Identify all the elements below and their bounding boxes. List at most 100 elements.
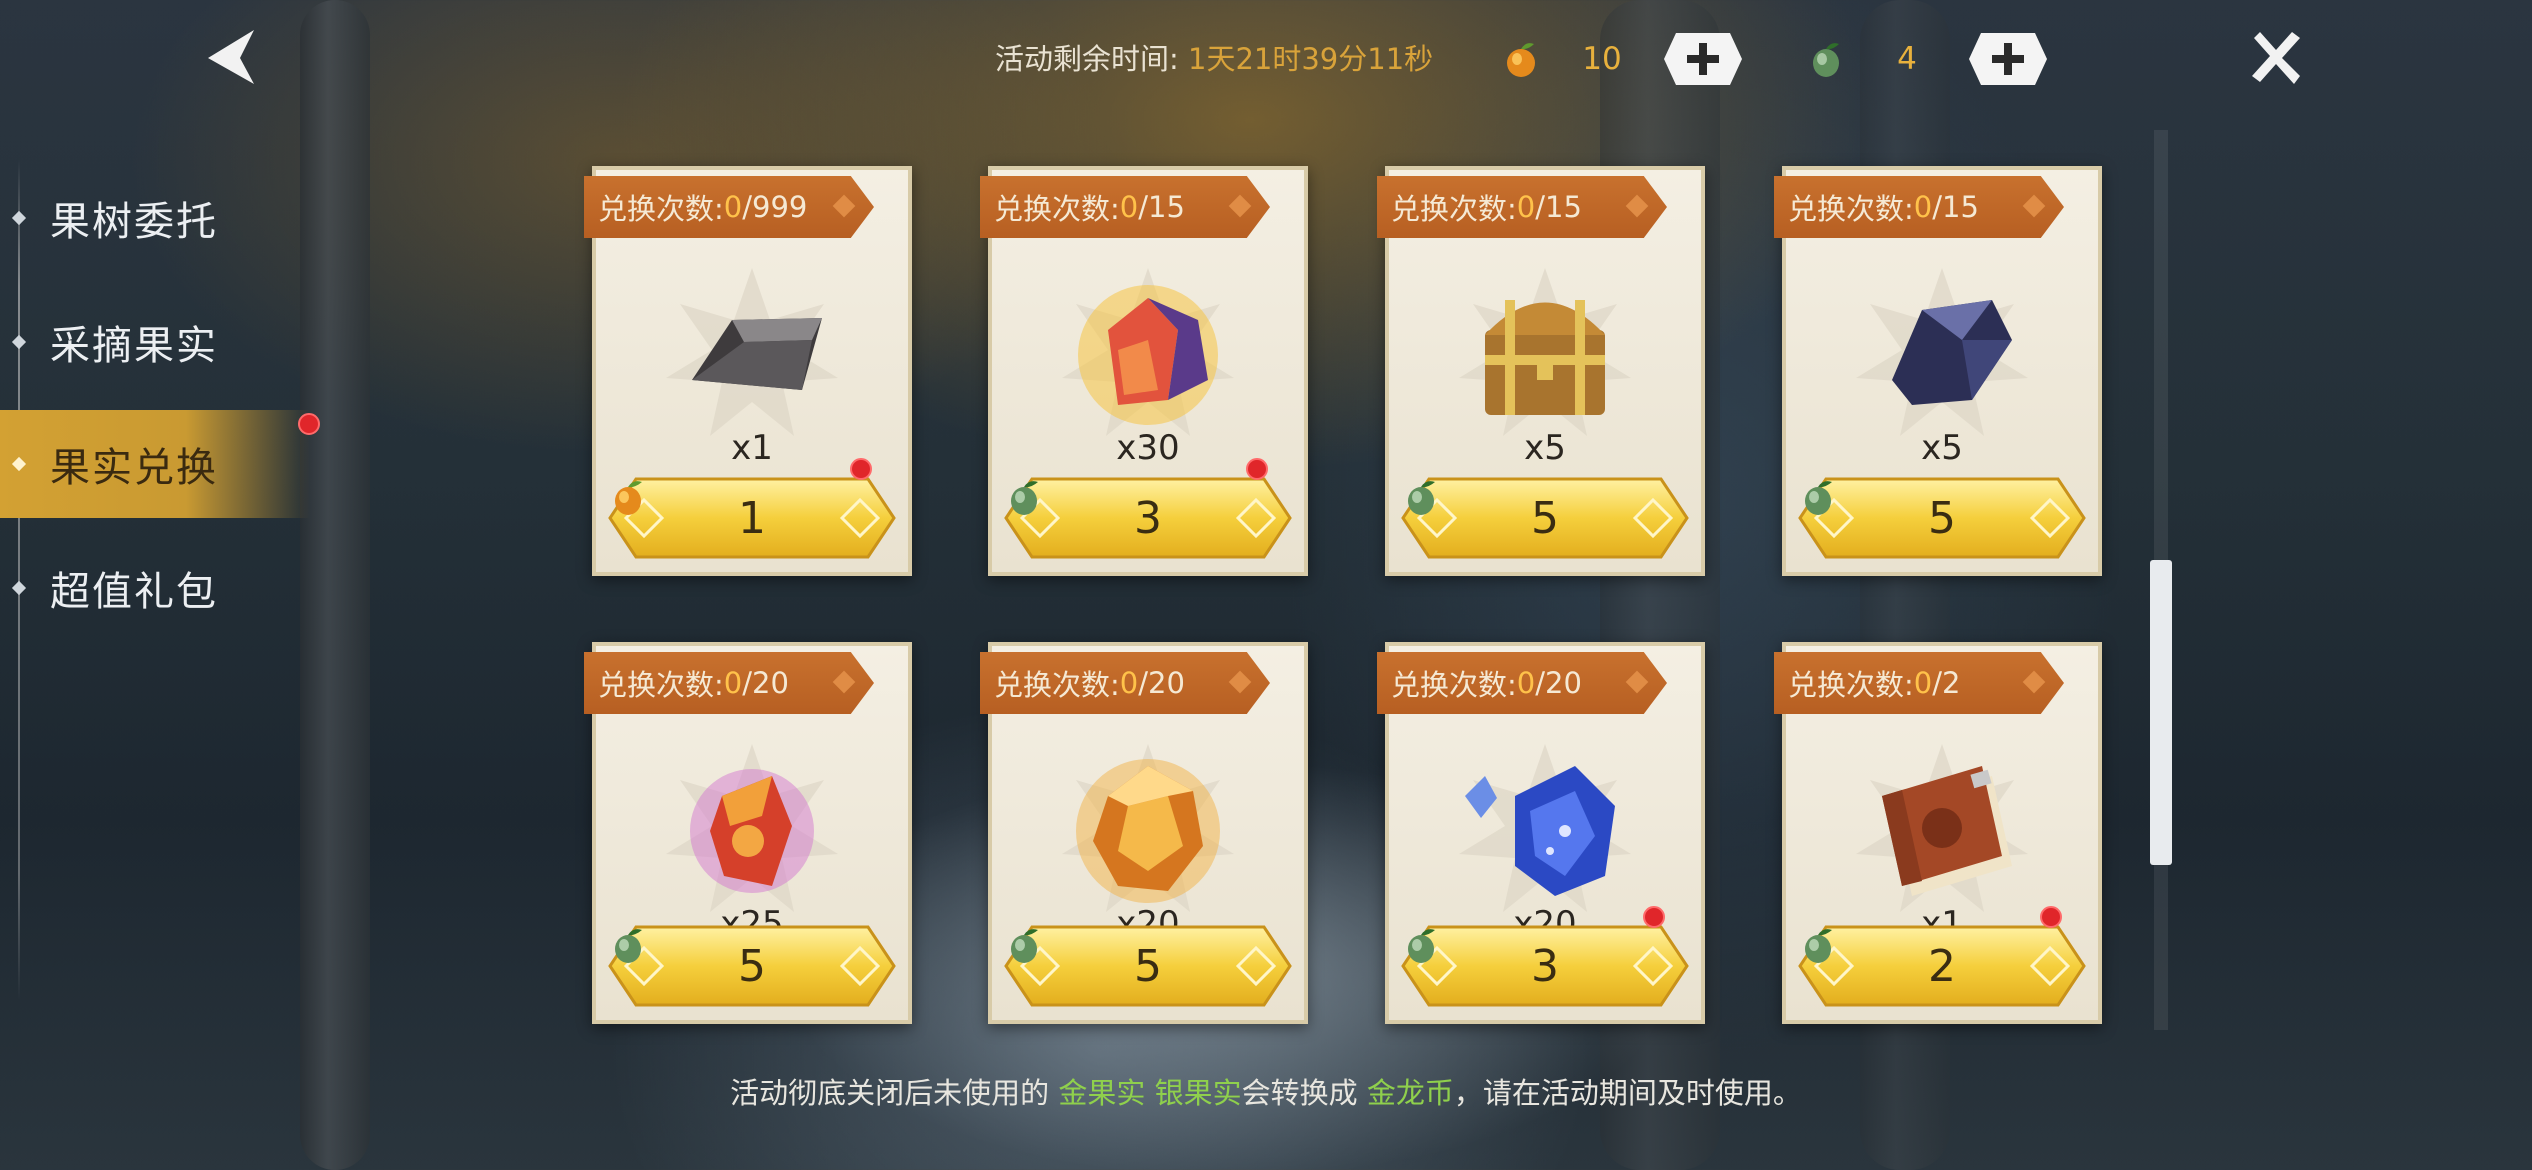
sidebar-bullet-icon xyxy=(11,580,27,596)
exchange-button[interactable]: 3 xyxy=(1399,923,1691,1009)
price-value: 3 xyxy=(1134,492,1162,544)
price-value: 1 xyxy=(738,492,766,544)
exchange-limit-label: 兑换次数: xyxy=(994,668,1120,702)
exchange-limit-max: /2 xyxy=(1932,666,1961,700)
price-value: 5 xyxy=(1928,492,1956,544)
exchange-card: 兑换次数: 0/15 x30 3 xyxy=(980,166,1308,576)
close-icon xyxy=(2252,32,2300,84)
sidebar-item-value-pack[interactable]: 超值礼包 xyxy=(0,534,310,642)
exchange-card: 兑换次数: 0/20 x25 5 xyxy=(584,642,912,1024)
amber-gem-icon xyxy=(1062,744,1234,912)
exchange-limit-current: 0 xyxy=(1119,190,1139,224)
item-quantity: x5 xyxy=(1921,428,1963,468)
silver-fruit-icon xyxy=(615,929,642,963)
treasure-chest-icon xyxy=(1459,268,1631,436)
silver-fruit-icon xyxy=(1011,481,1038,515)
exchange-card: 兑换次数: 0/2 x1 2 xyxy=(1774,642,2102,1024)
price-content: 5 xyxy=(606,923,898,1009)
exchange-limit-label: 兑换次数: xyxy=(598,192,724,226)
gold-fruit-icon xyxy=(615,481,642,515)
price-content: 5 xyxy=(1796,475,2088,561)
item-quantity: x5 xyxy=(1524,428,1566,468)
blue-gem-icon xyxy=(1459,744,1631,912)
background-tree-trunk xyxy=(300,0,370,1170)
footer-text: 会转换成 xyxy=(1241,1076,1367,1110)
ribbon-diamond-icon xyxy=(2022,670,2046,694)
price-content: 3 xyxy=(1002,475,1294,561)
sidebar-item-fruit-exchange[interactable]: 果实兑换 xyxy=(0,410,310,518)
gold-fruit-icon xyxy=(1507,43,1535,77)
exchange-button[interactable]: 2 xyxy=(1796,923,2088,1009)
sidebar-item-label: 果树委托 xyxy=(50,199,218,245)
red-gem-icon xyxy=(666,744,838,912)
sidebar-item-label: 超值礼包 xyxy=(50,569,218,615)
exchange-button[interactable]: 1 xyxy=(606,475,898,561)
exchange-limit-max: /999 xyxy=(742,190,808,224)
exchange-limit-ribbon: 兑换次数: 0/2 xyxy=(1774,652,2064,714)
notification-dot xyxy=(2040,906,2062,928)
price-value: 5 xyxy=(738,940,766,992)
exchange-limit-current: 0 xyxy=(723,190,743,224)
exchange-limit-ribbon: 兑换次数: 0/20 xyxy=(980,652,1270,714)
iron-ingot-icon xyxy=(666,268,838,436)
silver-fruit-icon xyxy=(1408,481,1435,515)
ribbon-diamond-icon xyxy=(1228,194,1252,218)
price-value: 3 xyxy=(1531,940,1559,992)
exchange-card: 兑换次数: 0/15 x5 5 xyxy=(1377,166,1705,576)
price-value: 5 xyxy=(1134,940,1162,992)
exchange-limit-ribbon: 兑换次数: 0/15 xyxy=(980,176,1270,238)
exchange-limit-max: /20 xyxy=(742,666,789,700)
footer-dragon-coin: 金龙币 xyxy=(1366,1076,1454,1110)
exchange-limit-current: 0 xyxy=(1913,190,1933,224)
footer-note: 活动彻底关闭后未使用的 金果实 银果实会转换成 金龙币，请在活动期间及时使用。 xyxy=(0,1070,2532,1112)
back-arrow-icon xyxy=(208,30,254,84)
sidebar-item-label: 果实兑换 xyxy=(50,445,218,491)
ribbon-diamond-icon xyxy=(832,194,856,218)
exchange-limit-max: /15 xyxy=(1932,190,1979,224)
ribbon-diamond-icon xyxy=(2022,194,2046,218)
leather-book-icon xyxy=(1856,744,2028,912)
exchange-limit-ribbon: 兑换次数: 0/15 xyxy=(1377,176,1667,238)
ribbon-diamond-icon xyxy=(832,670,856,694)
add-gold-fruit-button[interactable] xyxy=(1662,31,1744,87)
sidebar-bullet-icon xyxy=(11,210,27,226)
ribbon-diamond-icon xyxy=(1625,194,1649,218)
dark-crystal-icon xyxy=(1856,268,2028,436)
ribbon-diamond-icon xyxy=(1228,670,1252,694)
price-content: 3 xyxy=(1399,923,1691,1009)
price-content: 1 xyxy=(606,475,898,561)
exchange-card: 兑换次数: 0/999 x1 1 xyxy=(584,166,912,576)
back-button[interactable] xyxy=(195,22,265,92)
timer-label: 活动剩余时间: xyxy=(995,42,1179,76)
fire-crystal-cluster-icon xyxy=(1062,268,1234,436)
add-silver-fruit-button[interactable] xyxy=(1967,31,2049,87)
event-timer: 活动剩余时间: 1天21时39分11秒 xyxy=(995,36,1433,78)
price-content: 2 xyxy=(1796,923,2088,1009)
sidebar-item-pick-fruit[interactable]: 采摘果实 xyxy=(0,288,310,396)
exchange-limit-label: 兑换次数: xyxy=(1391,192,1517,226)
exchange-card: 兑换次数: 0/15 x5 5 xyxy=(1774,166,2102,576)
exchange-limit-current: 0 xyxy=(1913,666,1933,700)
silver-fruit-count: 4 xyxy=(1897,41,1917,77)
close-button[interactable] xyxy=(2240,22,2312,94)
sidebar-bullet-icon xyxy=(11,334,27,350)
sidebar-item-fruit-tree-commission[interactable]: 果树委托 xyxy=(0,164,310,272)
price-content: 5 xyxy=(1002,923,1294,1009)
silver-fruit-icon xyxy=(1011,929,1038,963)
price-content: 5 xyxy=(1399,475,1691,561)
exchange-button[interactable]: 5 xyxy=(1796,475,2088,561)
gold-fruit-balance: 10 xyxy=(1500,30,1744,88)
scrollbar-thumb[interactable] xyxy=(2150,560,2172,865)
exchange-button[interactable]: 5 xyxy=(1399,475,1691,561)
exchange-limit-label: 兑换次数: xyxy=(598,668,724,702)
exchange-card: 兑换次数: 0/20 x20 5 xyxy=(980,642,1308,1024)
price-value: 5 xyxy=(1531,492,1559,544)
silver-fruit-icon xyxy=(1805,481,1832,515)
exchange-button[interactable]: 5 xyxy=(606,923,898,1009)
exchange-limit-label: 兑换次数: xyxy=(1788,192,1914,226)
notification-dot xyxy=(1246,458,1268,480)
exchange-button[interactable]: 3 xyxy=(1002,475,1294,561)
notification-dot xyxy=(1643,906,1665,928)
exchange-limit-ribbon: 兑换次数: 0/999 xyxy=(584,176,874,238)
exchange-button[interactable]: 5 xyxy=(1002,923,1294,1009)
